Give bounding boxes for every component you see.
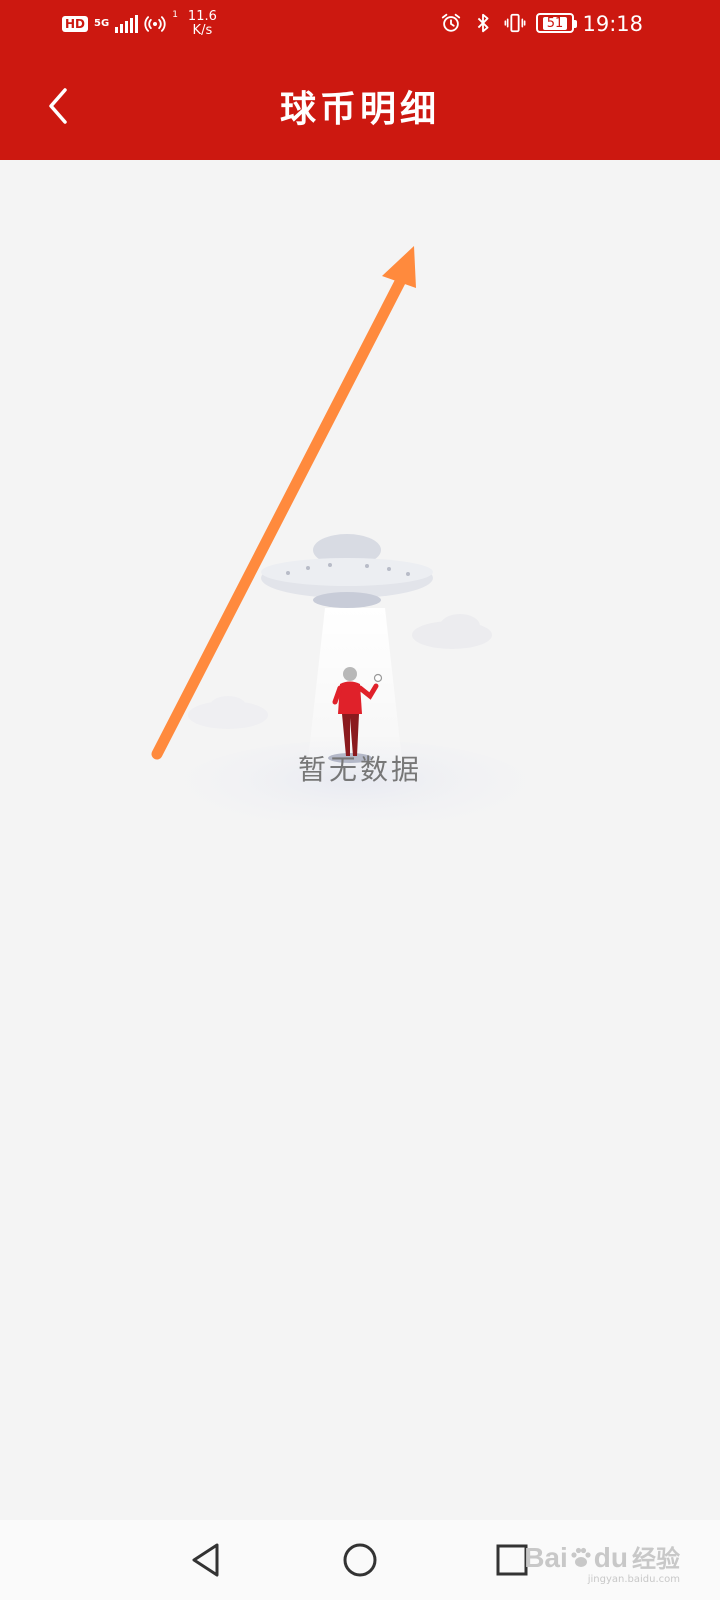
watermark: Bai du 经验 jingyan.baidu.com [524, 1543, 680, 1586]
status-left-group: HD 5G 1 11.6 K/s [62, 10, 217, 38]
battery-icon: 51 [536, 13, 577, 33]
system-nav-bar: Bai du 经验 jingyan.baidu.com [0, 1520, 720, 1600]
status-bar: HD 5G 1 11.6 K/s 51 19:18 [0, 0, 720, 52]
content-area: 暂无数据 [0, 160, 720, 1520]
hotspot-icon [144, 16, 166, 32]
system-home-button[interactable] [338, 1538, 382, 1582]
net-speed: 11.6 K/s [188, 10, 217, 38]
hd-badge: HD [62, 16, 89, 32]
empty-state-text: 暂无数据 [297, 753, 422, 786]
paw-icon [571, 1547, 591, 1567]
watermark-logo: Bai du 经验 [524, 1542, 680, 1574]
annotation-arrow [151, 246, 416, 760]
net-speed-value: 11.6 [187, 9, 217, 24]
system-back-button[interactable] [184, 1538, 228, 1582]
network-type: 5G [94, 18, 110, 29]
page-title: 球币明细 [279, 88, 440, 130]
battery-level: 51 [542, 16, 568, 30]
watermark-url: jingyan.baidu.com [587, 1574, 680, 1585]
clock: 19:18 [582, 12, 643, 36]
bluetooth-icon [477, 13, 489, 33]
triangle-back-icon [192, 1543, 219, 1577]
circle-home-icon [343, 1543, 377, 1577]
vibrate-icon [504, 13, 526, 33]
signal-icon [115, 15, 139, 33]
header-bar: 球币明细 [0, 52, 720, 160]
status-right-group: 51 [440, 12, 577, 34]
net-speed-unit: K/s [192, 23, 213, 38]
hotspot-count: 1 [172, 10, 178, 20]
alarm-icon [441, 13, 461, 32]
